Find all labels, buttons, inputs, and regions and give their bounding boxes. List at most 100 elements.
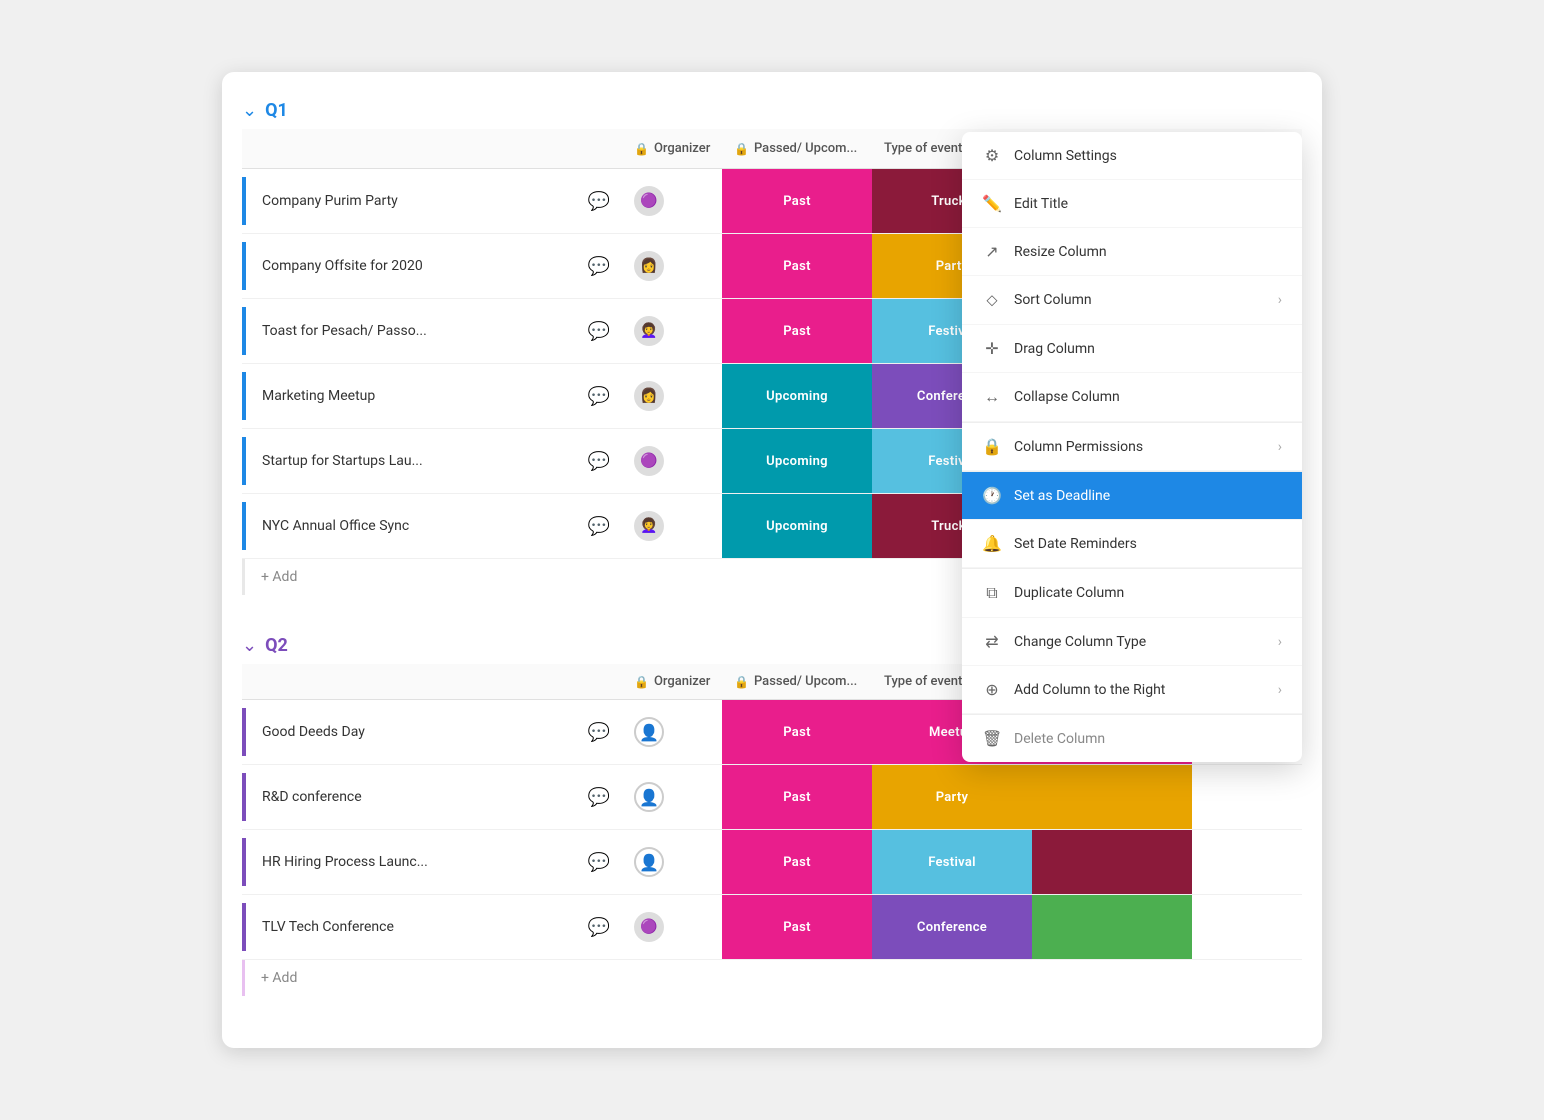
avatar: 👩 — [634, 251, 664, 281]
td-extra — [1192, 895, 1228, 959]
row-indicator — [242, 903, 246, 951]
td-status: Past — [722, 169, 872, 233]
menu-item-column-permissions[interactable]: 🔒 Column Permissions › — [962, 423, 1302, 471]
group-q2-title: Q2 — [265, 635, 288, 656]
chevron-right-icon: › — [1278, 292, 1282, 308]
status-past: Past — [722, 700, 872, 764]
avatar: 🟣 — [634, 912, 664, 942]
td-status: Past — [722, 299, 872, 363]
td-avatar: 🟣 — [622, 429, 722, 493]
status-yellow — [1032, 765, 1192, 829]
td-name: NYC Annual Office Sync 💬 — [242, 494, 622, 558]
row-indicator — [242, 372, 246, 420]
context-menu: ⚙ Column Settings ✏️ Edit Title ↗ Resize… — [962, 132, 1302, 762]
menu-item-collapse-column[interactable]: ↔ Collapse Column — [962, 373, 1302, 422]
chevron-right-icon: › — [1278, 634, 1282, 650]
menu-item-resize-column[interactable]: ↗ Resize Column — [962, 228, 1302, 276]
app-container: ⌄ Q1 🔒 Organizer 🔒 Passed/ Upcom... Type… — [222, 72, 1322, 1048]
td-name: Company Purim Party 💬 — [242, 169, 622, 233]
td-recent-status — [1032, 830, 1192, 894]
resize-icon: ↗ — [982, 242, 1002, 261]
td-avatar: 🟣 — [622, 169, 722, 233]
status-dark-red — [1032, 830, 1192, 894]
avatar-placeholder: 👤 — [634, 782, 664, 812]
trash-icon: 🗑 — [982, 729, 1002, 748]
comment-icon[interactable]: 💬 — [588, 516, 610, 537]
pencil-icon: ✏️ — [982, 194, 1002, 213]
type-party: Party — [872, 765, 1032, 829]
lock-icon-passed-q2: 🔒 — [734, 675, 749, 689]
td-name: Startup for Startups Lau... 💬 — [242, 429, 622, 493]
td-name: HR Hiring Process Launc... 💬 — [242, 830, 622, 894]
row-indicator — [242, 307, 246, 355]
duplicate-icon: ⧉ — [982, 583, 1002, 603]
comment-icon[interactable]: 💬 — [588, 451, 610, 472]
group-q1-chevron[interactable]: ⌄ — [242, 100, 257, 121]
comment-icon[interactable]: 💬 — [588, 787, 610, 808]
group-q1-title: Q1 — [265, 100, 288, 121]
comment-icon[interactable]: 💬 — [588, 917, 610, 938]
td-status: Upcoming — [722, 364, 872, 428]
collapse-icon: ↔ — [982, 387, 1002, 407]
lock-icon-organizer: 🔒 — [634, 142, 649, 156]
row-indicator — [242, 242, 246, 290]
row-indicator — [242, 437, 246, 485]
row-indicator — [242, 773, 246, 821]
bell-icon: 🔔 — [982, 534, 1002, 553]
comment-icon[interactable]: 💬 — [588, 191, 610, 212]
menu-item-column-settings[interactable]: ⚙ Column Settings — [962, 132, 1302, 180]
menu-item-set-date-reminders[interactable]: 🔔 Set Date Reminders — [962, 520, 1302, 568]
status-past: Past — [722, 169, 872, 233]
menu-item-duplicate-column[interactable]: ⧉ Duplicate Column — [962, 569, 1302, 618]
td-avatar: 🟣 — [622, 895, 722, 959]
row-indicator — [242, 838, 246, 886]
comment-icon[interactable]: 💬 — [588, 321, 610, 342]
td-name: Good Deeds Day 💬 — [242, 700, 622, 764]
td-type: Party — [872, 765, 1032, 829]
status-past: Past — [722, 765, 872, 829]
group-q2-chevron[interactable]: ⌄ — [242, 635, 257, 656]
change-type-icon: ⇄ — [982, 632, 1002, 651]
comment-icon[interactable]: 💬 — [588, 386, 610, 407]
menu-item-add-column-right[interactable]: ⊕ Add Column to the Right › — [962, 666, 1302, 714]
td-extra — [1192, 830, 1228, 894]
type-festival: Festival — [872, 830, 1032, 894]
th-passed-upcoming-q2: 🔒 Passed/ Upcom... — [722, 664, 872, 699]
menu-item-set-as-deadline[interactable]: 🕐 Set as Deadline — [962, 472, 1302, 520]
comment-icon[interactable]: 💬 — [588, 852, 610, 873]
row-indicator — [242, 177, 246, 225]
lock-icon-q2: 🔒 — [634, 675, 649, 689]
menu-item-change-column-type[interactable]: ⇄ Change Column Type › — [962, 618, 1302, 666]
td-status: Past — [722, 895, 872, 959]
menu-item-drag-column[interactable]: ✛ Drag Column — [962, 325, 1302, 373]
td-type: Conference — [872, 895, 1032, 959]
clock-icon: 🕐 — [982, 486, 1002, 505]
th-passed-upcoming: 🔒 Passed/ Upcom... — [722, 129, 872, 168]
th-organizer-q2: 🔒 Organizer — [622, 664, 722, 699]
td-avatar: 👤 — [622, 765, 722, 829]
td-name: Toast for Pesach/ Passo... 💬 — [242, 299, 622, 363]
avatar: 👩‍🦱 — [634, 511, 664, 541]
menu-item-delete-column[interactable]: 🗑 Delete Column — [962, 715, 1302, 762]
td-status: Past — [722, 765, 872, 829]
status-past: Past — [722, 299, 872, 363]
avatar: 👩 — [634, 381, 664, 411]
table-row: HR Hiring Process Launc... 💬 👤 Past Fest… — [242, 830, 1302, 895]
td-extra — [1192, 765, 1228, 829]
row-indicator — [242, 502, 246, 550]
td-recent-status — [1032, 895, 1192, 959]
td-type: Festival — [872, 830, 1032, 894]
comment-icon[interactable]: 💬 — [588, 256, 610, 277]
status-upcoming: Upcoming — [722, 494, 872, 558]
add-row-q2[interactable]: + Add — [242, 960, 1302, 996]
drag-icon: ✛ — [982, 339, 1002, 358]
td-status: Past — [722, 234, 872, 298]
table-row: R&D conference 💬 👤 Past Party — [242, 765, 1302, 830]
th-organizer: 🔒 Organizer — [622, 129, 722, 168]
td-avatar: 👩‍🦱 — [622, 494, 722, 558]
td-recent-status — [1032, 765, 1192, 829]
menu-item-sort-column[interactable]: ⬦ Sort Column › — [962, 276, 1302, 325]
menu-item-edit-title[interactable]: ✏️ Edit Title — [962, 180, 1302, 228]
type-conference: Conference — [872, 895, 1032, 959]
comment-icon[interactable]: 💬 — [588, 722, 610, 743]
